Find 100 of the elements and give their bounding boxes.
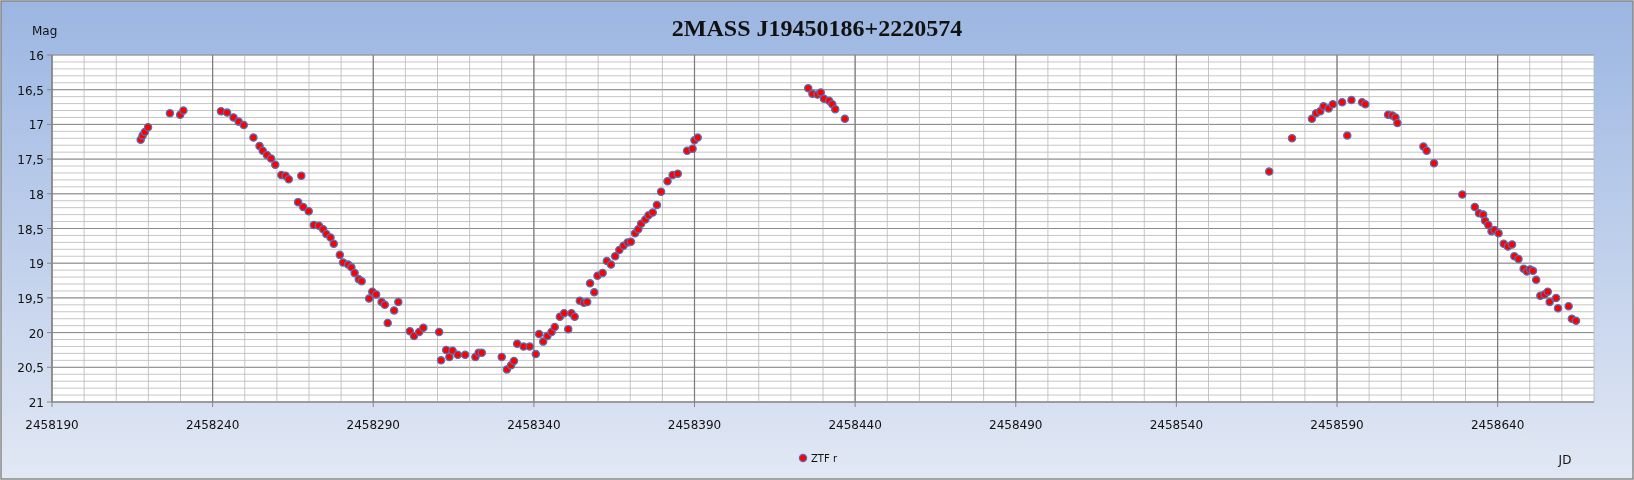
y-tick-label: 18	[28, 187, 44, 202]
x-tick-label: 2458290	[346, 418, 400, 432]
data-point	[1328, 100, 1338, 109]
data-point	[803, 84, 813, 93]
data-point	[1393, 118, 1402, 128]
data-point	[329, 239, 338, 248]
data-point	[663, 177, 672, 186]
data-point	[585, 279, 595, 288]
y-tick-label: 17	[28, 118, 44, 133]
data-point	[590, 288, 599, 297]
data-point	[284, 175, 293, 184]
data-point	[1543, 287, 1552, 296]
data-point	[1553, 304, 1563, 313]
data-point	[434, 327, 444, 337]
data-point	[1478, 210, 1488, 219]
data-point	[656, 187, 666, 196]
data-point	[335, 250, 345, 260]
data-point	[559, 308, 569, 318]
data-point	[1343, 131, 1352, 140]
x-tick-label: 2458590	[1310, 418, 1364, 432]
data-point	[1528, 266, 1538, 276]
data-point	[1287, 134, 1297, 143]
data-point	[840, 114, 850, 124]
data-point	[297, 171, 306, 180]
data-point	[1307, 114, 1317, 124]
data-point	[525, 342, 534, 351]
data-point	[419, 323, 428, 332]
data-point	[1429, 159, 1439, 168]
data-point	[531, 349, 541, 359]
data-point	[626, 237, 636, 246]
x-tick-label: 2458440	[828, 418, 882, 432]
data-point	[606, 260, 616, 269]
y-tick-label: 21	[28, 396, 44, 410]
data-point	[538, 337, 548, 346]
data-point	[688, 144, 697, 153]
data-point	[271, 160, 280, 169]
data-point	[304, 206, 313, 216]
chart-title: 2MASS J19450186+2220574	[671, 15, 963, 41]
data-point	[1545, 297, 1554, 307]
data-point	[1264, 167, 1274, 176]
x-tick-label: 2458340	[507, 418, 561, 432]
data-point	[1494, 229, 1503, 238]
data-point	[1470, 202, 1480, 212]
data-point	[534, 329, 544, 339]
data-point	[445, 352, 454, 362]
data-point	[512, 339, 522, 348]
data-point	[460, 350, 470, 360]
data-point	[383, 318, 392, 328]
data-point	[477, 348, 487, 357]
data-point	[648, 208, 657, 217]
data-point	[610, 252, 620, 261]
data-point	[179, 106, 188, 115]
data-point	[1531, 275, 1541, 285]
data-point	[509, 356, 519, 366]
data-point	[582, 297, 592, 307]
data-point	[1337, 97, 1347, 107]
x-tick-label: 2458190	[25, 418, 79, 432]
data-point	[380, 300, 390, 310]
legend-label: ZTF r	[811, 453, 837, 464]
data-point	[1458, 190, 1467, 199]
x-axis-title: JD	[1558, 453, 1572, 467]
data-point	[249, 133, 258, 142]
data-point	[453, 350, 462, 360]
data-point	[436, 356, 446, 365]
data-point	[693, 133, 702, 142]
data-point	[165, 109, 175, 118]
data-point	[1564, 302, 1573, 311]
data-point	[394, 297, 403, 307]
y-tick-label: 20	[28, 326, 44, 341]
y-tick-label: 16	[28, 49, 44, 63]
y-axis-title: Mag	[32, 24, 58, 38]
data-point	[298, 202, 308, 212]
y-tick-label: 18,5	[17, 222, 44, 237]
y-tick-label: 17,5	[17, 153, 44, 168]
data-point	[389, 306, 399, 315]
data-point	[673, 169, 683, 178]
x-tick-label: 2458390	[667, 418, 722, 432]
y-tick-label: 16,5	[17, 83, 44, 98]
data-point	[350, 268, 359, 278]
x-tick-label: 2458640	[1470, 418, 1525, 432]
data-point	[652, 200, 662, 210]
data-point	[550, 322, 559, 332]
data-point	[1422, 146, 1431, 155]
y-tick-label: 19,5	[17, 291, 44, 306]
data-point	[239, 120, 249, 130]
data-point	[1361, 100, 1370, 109]
data-point	[1571, 316, 1581, 326]
data-point	[1551, 293, 1561, 303]
data-point	[830, 104, 840, 114]
data-point	[497, 352, 506, 362]
data-point	[222, 108, 232, 117]
data-point	[1347, 95, 1356, 105]
data-point	[229, 113, 238, 122]
y-tick-label: 20,5	[17, 361, 44, 376]
data-point	[143, 122, 153, 132]
data-point	[570, 312, 579, 321]
data-point	[326, 233, 335, 242]
data-point	[364, 294, 374, 303]
data-point	[1484, 220, 1493, 230]
x-tick-label: 2458540	[1149, 418, 1204, 432]
